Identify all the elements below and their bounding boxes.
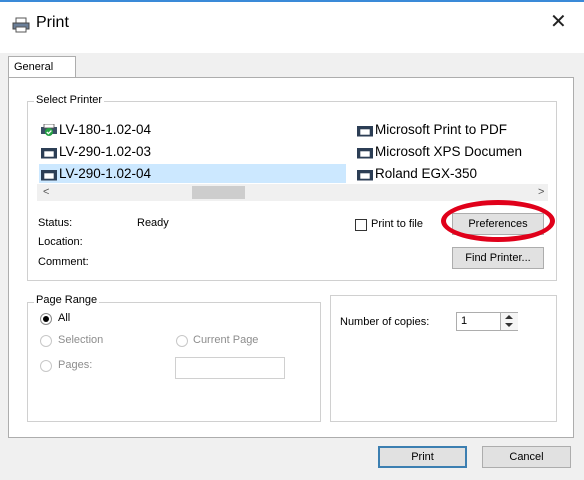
print-to-file-label: Print to file: [371, 218, 423, 230]
printer-icon: [356, 168, 374, 181]
copies-value: 1: [461, 315, 468, 327]
radio-pages-label: Pages:: [58, 359, 93, 371]
comment-label: Comment:: [38, 256, 89, 268]
printer-default-icon: [40, 123, 58, 137]
printer-icon: [12, 17, 30, 33]
printer-name: LV-290-1.02-04: [59, 166, 152, 181]
radio-pages[interactable]: [40, 360, 52, 372]
printer-item[interactable]: Microsoft XPS Documen: [356, 143, 546, 161]
location-label: Location:: [38, 236, 83, 248]
page-range-legend: Page Range: [34, 294, 100, 306]
select-printer-legend: Select Printer: [34, 94, 105, 106]
window-top-border: [0, 0, 584, 2]
printer-name: LV-290-1.02-03: [59, 144, 152, 159]
spinner-down-icon[interactable]: [505, 323, 513, 327]
dialog-title: Print: [36, 14, 69, 31]
scroll-left-arrow[interactable]: <: [43, 186, 49, 198]
print-button[interactable]: Print: [378, 446, 467, 468]
pages-input[interactable]: [175, 357, 285, 379]
printer-name: LV-180-1.02-04: [59, 122, 152, 137]
radio-selection-label: Selection: [58, 334, 104, 346]
status-label: Status:: [38, 217, 73, 229]
printer-name: Microsoft XPS Documen: [375, 144, 523, 159]
tab-general[interactable]: General: [8, 56, 76, 79]
tab-general-label: General: [14, 61, 54, 73]
radio-all-label: All: [58, 312, 71, 324]
printer-icon: [40, 168, 58, 181]
printer-icon: [356, 124, 374, 137]
printer-name: Roland EGX-350: [375, 166, 478, 181]
radio-selection[interactable]: [40, 335, 52, 347]
copies-group: [330, 295, 557, 422]
copies-label: Number of copies:: [340, 316, 430, 328]
copies-spinner[interactable]: [500, 313, 518, 330]
radio-current-page-label: Current Page: [193, 334, 259, 346]
close-icon[interactable]: ✕: [550, 12, 567, 32]
printer-icon: [40, 146, 58, 159]
cancel-button[interactable]: Cancel: [482, 446, 571, 468]
scrollbar-thumb[interactable]: [192, 186, 245, 199]
find-printer-button[interactable]: Find Printer...: [452, 247, 544, 269]
radio-all[interactable]: [40, 313, 52, 325]
spinner-up-icon[interactable]: [505, 315, 513, 319]
radio-current-page[interactable]: [176, 335, 188, 347]
status-value: Ready: [137, 217, 169, 229]
printer-icon: [356, 146, 374, 159]
print-to-file-checkbox[interactable]: [355, 219, 367, 231]
printer-name: Microsoft Print to PDF: [375, 122, 508, 137]
scroll-right-arrow[interactable]: >: [538, 186, 544, 198]
printer-list-scrollbar[interactable]: [37, 184, 548, 201]
highlight-circle: [441, 200, 555, 242]
